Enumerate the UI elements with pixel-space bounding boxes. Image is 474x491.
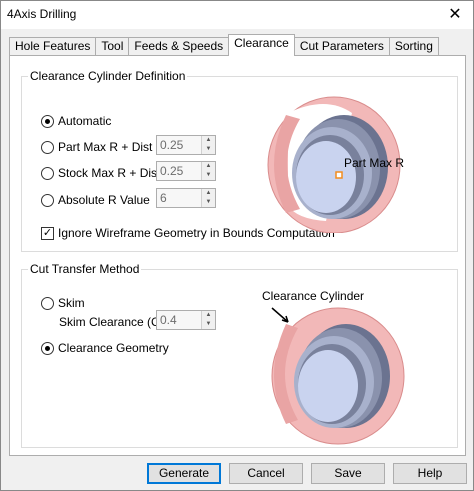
skim-option[interactable]: Skim bbox=[41, 294, 85, 312]
stock-max-r-option[interactable]: Stock Max R + Dist bbox=[41, 164, 160, 182]
spin-up-icon[interactable]: ▲ bbox=[202, 189, 215, 198]
tab-tool[interactable]: Tool bbox=[95, 37, 130, 56]
part-max-r-value[interactable]: 0.25 bbox=[157, 136, 201, 154]
spin-down-icon[interactable]: ▼ bbox=[202, 171, 215, 180]
window-title: 4Axis Drilling bbox=[7, 7, 77, 21]
skim-label: Skim bbox=[58, 296, 85, 310]
save-button[interactable]: Save bbox=[311, 463, 385, 484]
tab-sorting[interactable]: Sorting bbox=[388, 37, 439, 56]
spin-up-icon[interactable]: ▲ bbox=[202, 311, 215, 320]
part-max-r-marker bbox=[335, 171, 343, 179]
spin-down-icon[interactable]: ▼ bbox=[202, 145, 215, 154]
pointer-arrow-icon bbox=[271, 307, 289, 323]
part-max-r-stepper[interactable]: 0.25 ▲ ▼ bbox=[156, 135, 216, 155]
tab-feeds-speeds[interactable]: Feeds & Speeds bbox=[128, 37, 230, 56]
tab-hole-features[interactable]: Hole Features bbox=[9, 37, 97, 56]
tab-strip: Hole Features Tool Feeds & Speeds Cleara… bbox=[9, 34, 439, 56]
clearance-cylinder-diagram: Clearance Cylinder bbox=[262, 289, 405, 445]
absolute-r-option[interactable]: Absolute R Value bbox=[41, 191, 150, 209]
absolute-r-radio[interactable] bbox=[41, 193, 54, 207]
absolute-r-stepper[interactable]: 6 ▲ ▼ bbox=[156, 188, 216, 208]
clearance-geometry-option[interactable]: Clearance Geometry bbox=[41, 339, 169, 357]
stock-max-r-label: Stock Max R + Dist bbox=[58, 166, 161, 180]
dialog-window: 4Axis Drilling ✕ Hole Features Tool Feed… bbox=[0, 0, 474, 491]
tab-clearance[interactable]: Clearance bbox=[228, 34, 295, 56]
automatic-option[interactable]: Automatic bbox=[41, 112, 111, 130]
part-front-face bbox=[296, 141, 356, 213]
help-button[interactable]: Help bbox=[393, 463, 467, 484]
clearance-cylinder-diagram-label: Clearance Cylinder bbox=[262, 289, 364, 303]
spin-up-icon[interactable]: ▲ bbox=[202, 136, 215, 145]
tab-cut-parameters[interactable]: Cut Parameters bbox=[293, 37, 390, 56]
ignore-wireframe-checkbox[interactable]: ✓ bbox=[41, 226, 54, 240]
cut-transfer-legend: Cut Transfer Method bbox=[30, 262, 140, 276]
spin-down-icon[interactable]: ▼ bbox=[202, 320, 215, 329]
skim-clearance-row: Skim Clearance (C) bbox=[59, 313, 164, 331]
automatic-radio[interactable] bbox=[41, 114, 54, 128]
clearance-cylinder-legend: Clearance Cylinder Definition bbox=[30, 69, 186, 83]
stock-max-r-value[interactable]: 0.25 bbox=[157, 162, 201, 180]
stock-max-r-radio[interactable] bbox=[41, 166, 54, 180]
skim-clearance-label: Skim Clearance (C) bbox=[59, 315, 164, 329]
part-max-r-diagram: Part Max R bbox=[267, 96, 404, 233]
automatic-label: Automatic bbox=[58, 114, 112, 128]
clearance-geometry-label: Clearance Geometry bbox=[58, 341, 169, 355]
absolute-r-value[interactable]: 6 bbox=[157, 189, 201, 207]
spin-down-icon[interactable]: ▼ bbox=[202, 198, 215, 207]
part-max-r-diagram-label: Part Max R bbox=[344, 156, 404, 170]
clearance-geometry-radio[interactable] bbox=[41, 341, 54, 355]
part-max-r-label: Part Max R + Dist bbox=[58, 140, 153, 154]
generate-button[interactable]: Generate bbox=[147, 463, 221, 484]
part-front-face bbox=[298, 350, 358, 422]
skim-clearance-stepper[interactable]: 0.4 ▲ ▼ bbox=[156, 310, 216, 330]
part-max-r-radio[interactable] bbox=[41, 140, 54, 154]
spin-up-icon[interactable]: ▲ bbox=[202, 162, 215, 171]
stock-max-r-stepper[interactable]: 0.25 ▲ ▼ bbox=[156, 161, 216, 181]
skim-radio[interactable] bbox=[41, 296, 54, 310]
clearance-tab-panel: Clearance Cylinder Definition Automatic … bbox=[9, 55, 466, 456]
skim-clearance-value[interactable]: 0.4 bbox=[157, 311, 201, 329]
absolute-r-label: Absolute R Value bbox=[58, 193, 150, 207]
title-bar: 4Axis Drilling ✕ bbox=[1, 1, 473, 29]
close-icon[interactable]: ✕ bbox=[445, 5, 465, 25]
part-max-r-option[interactable]: Part Max R + Dist bbox=[41, 138, 152, 156]
cancel-button[interactable]: Cancel bbox=[229, 463, 303, 484]
